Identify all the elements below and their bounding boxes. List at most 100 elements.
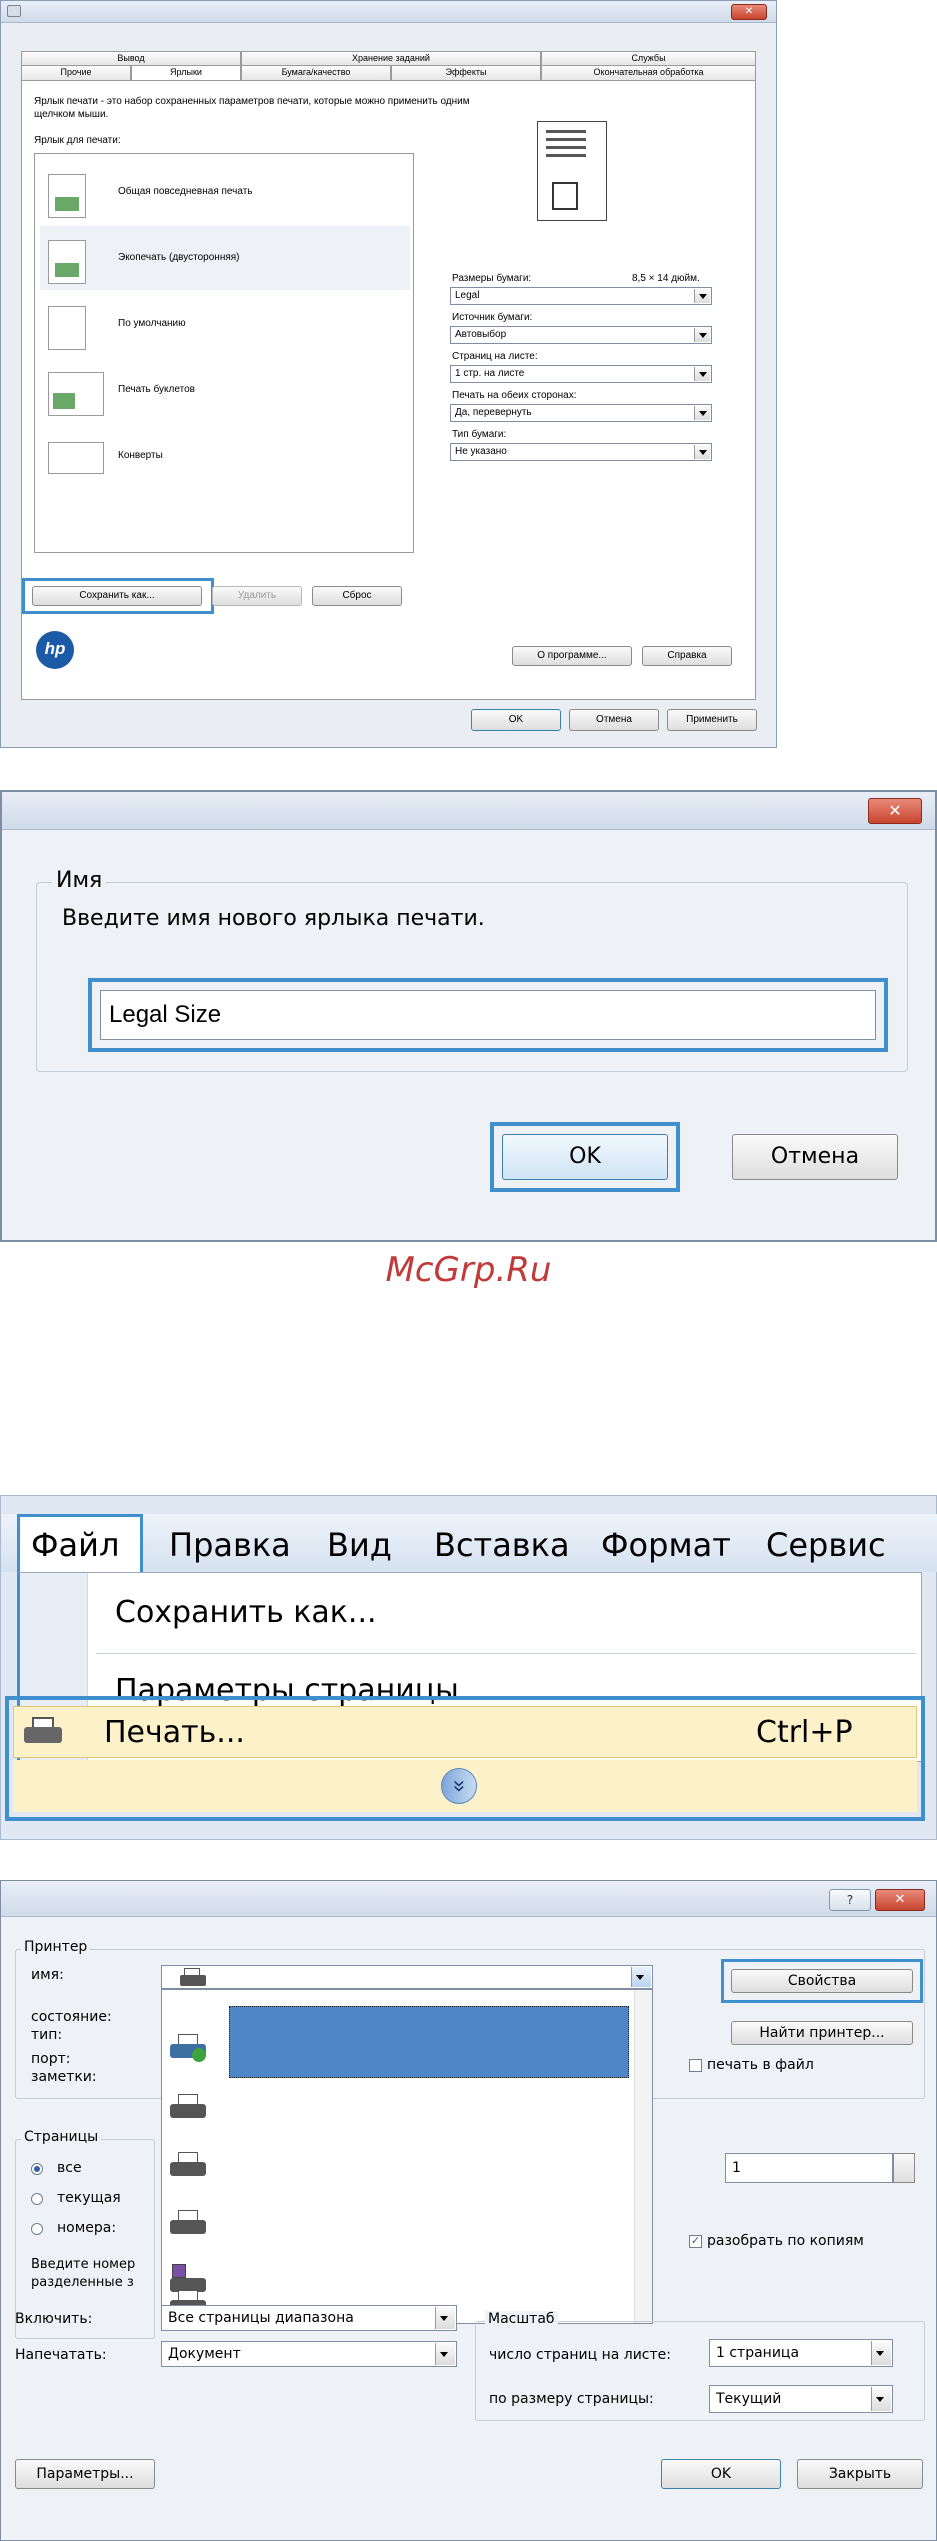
dialog-titlebar: ? ✕ bbox=[1, 1881, 936, 1917]
delete-button[interactable]: Удалить bbox=[212, 586, 302, 606]
close-dialog-button[interactable]: Закрыть bbox=[797, 2459, 923, 2489]
properties-button[interactable]: Свойства bbox=[731, 1969, 913, 1993]
tab-output[interactable]: Вывод bbox=[21, 51, 241, 65]
hp-logo: hp bbox=[36, 631, 74, 669]
paper-type-select[interactable]: Не указано bbox=[450, 443, 712, 461]
expand-chevron-icon: » bbox=[441, 1768, 477, 1804]
chevron-down-icon bbox=[435, 2343, 455, 2365]
menu-insert[interactable]: Вставка bbox=[434, 1526, 570, 1564]
menu-view[interactable]: Вид bbox=[327, 1526, 392, 1564]
menu-file[interactable]: Файл bbox=[31, 1526, 119, 1564]
pages-hint: Введите номер bbox=[31, 2257, 136, 2272]
duplex-select[interactable]: Да, перевернуть bbox=[450, 404, 712, 422]
printer-port-label: порт: bbox=[31, 2051, 71, 2067]
list-item[interactable]: По умолчанию bbox=[40, 292, 410, 356]
shortcut-list-label: Ярлык для печати: bbox=[34, 135, 121, 146]
tab-services[interactable]: Службы bbox=[541, 51, 756, 65]
menu-item-save-as[interactable]: Сохранить как... bbox=[115, 1595, 377, 1630]
apply-button[interactable]: Применить bbox=[667, 709, 757, 731]
printer-group-label: Принтер bbox=[21, 1939, 91, 1955]
print-dialog: ? ✕ Принтер имя: состояние: тип: порт: з… bbox=[0, 1880, 937, 2541]
copies-input[interactable]: 1 bbox=[725, 2153, 893, 2183]
copies-spinner[interactable] bbox=[893, 2153, 915, 2183]
chevron-down-icon bbox=[694, 289, 710, 303]
ok-button[interactable]: OK bbox=[661, 2459, 781, 2489]
radio-all[interactable] bbox=[31, 2163, 43, 2175]
save-as-button[interactable]: Сохранить как... bbox=[32, 586, 202, 606]
menu-expand-row[interactable]: » bbox=[13, 1760, 917, 1812]
close-button[interactable]: ✕ bbox=[731, 4, 767, 20]
printer-icon bbox=[170, 2210, 206, 2236]
print-what-label: Напечатать: bbox=[15, 2347, 107, 2363]
tab-shortcuts[interactable]: Ярлыки bbox=[131, 65, 241, 81]
ok-button[interactable]: OK bbox=[471, 709, 561, 731]
close-button[interactable]: ✕ bbox=[868, 798, 922, 824]
print-to-file-label: печать в файл bbox=[707, 2057, 814, 2073]
find-printer-button[interactable]: Найти принтер... bbox=[731, 2021, 913, 2045]
list-item[interactable]: Конверты bbox=[40, 424, 410, 488]
pages-per-sheet-value: 1 страница bbox=[716, 2345, 800, 2361]
paper-source-select[interactable]: Автовыбор bbox=[450, 326, 712, 344]
print-what-select[interactable]: Документ bbox=[161, 2341, 457, 2367]
options-button[interactable]: Параметры... bbox=[15, 2459, 155, 2489]
list-scrollbar[interactable] bbox=[634, 1990, 652, 2323]
paper-size-dimensions: 8,5 × 14 дюйм. bbox=[632, 273, 700, 284]
chevron-down-icon bbox=[871, 2387, 891, 2411]
ok-button[interactable]: OK bbox=[502, 1134, 668, 1180]
list-item-selected[interactable] bbox=[229, 2006, 629, 2078]
about-button[interactable]: О программе... bbox=[512, 646, 632, 666]
shortcut-name-input[interactable]: Legal Size bbox=[100, 990, 876, 1040]
copies-value: 1 bbox=[732, 2160, 741, 2176]
list-item[interactable]: Печать буклетов bbox=[40, 358, 410, 422]
fit-to-page-select[interactable]: Текущий bbox=[709, 2385, 893, 2413]
list-item-label: Экопечать (двусторонняя) bbox=[118, 252, 240, 263]
reset-button[interactable]: Сброс bbox=[312, 586, 402, 606]
pages-hint: разделенные з bbox=[31, 2275, 134, 2290]
print-to-file-checkbox[interactable] bbox=[689, 2059, 702, 2072]
menu-format[interactable]: Формат bbox=[601, 1526, 731, 1564]
paper-size-select[interactable]: Legal bbox=[450, 287, 712, 305]
pages-group-label: Страницы bbox=[21, 2129, 102, 2145]
cancel-button[interactable]: Отмена bbox=[732, 1134, 898, 1180]
menu-edit[interactable]: Правка bbox=[169, 1526, 291, 1564]
printer-notes-label: заметки: bbox=[31, 2069, 97, 2085]
name-prompt: Введите имя нового ярлыка печати. bbox=[62, 906, 485, 931]
tab-finishing[interactable]: Окончательная обработка bbox=[541, 65, 756, 80]
close-button[interactable]: ✕ bbox=[875, 1889, 925, 1911]
shortcut-list[interactable]: Общая повседневная печать Экопечать (дву… bbox=[34, 153, 414, 553]
printer-dropdown-list[interactable] bbox=[161, 1989, 653, 2324]
booklet-icon bbox=[48, 372, 104, 416]
radio-numbers-label: номера: bbox=[57, 2220, 117, 2236]
print-shortcut: Ctrl+P bbox=[756, 1715, 853, 1750]
paper-type-value: Не указано bbox=[455, 446, 507, 457]
tab-paper-quality[interactable]: Бумага/качество bbox=[241, 65, 391, 80]
menu-item-print[interactable]: Печать... Ctrl+P bbox=[13, 1706, 917, 1758]
help-button[interactable]: Справка bbox=[642, 646, 732, 666]
tab-advanced[interactable]: Прочие bbox=[21, 65, 131, 80]
list-item[interactable]: Экопечать (двусторонняя) bbox=[40, 226, 410, 290]
printer-status-label: состояние: bbox=[31, 2009, 112, 2025]
radio-numbers[interactable] bbox=[31, 2223, 43, 2235]
menu-tools[interactable]: Сервис bbox=[766, 1526, 886, 1564]
document-icon bbox=[48, 174, 86, 218]
tab-effects[interactable]: Эффекты bbox=[391, 65, 541, 80]
tab-job-storage[interactable]: Хранение заданий bbox=[241, 51, 541, 65]
list-item[interactable]: Общая повседневная печать bbox=[40, 160, 410, 224]
help-button[interactable]: ? bbox=[829, 1889, 871, 1911]
include-select[interactable]: Все страницы диапазона bbox=[161, 2305, 457, 2331]
pages-per-sheet-select[interactable]: 1 страница bbox=[709, 2339, 893, 2367]
tab-page: Ярлык печати - это набор сохраненных пар… bbox=[21, 80, 756, 700]
printer-icon bbox=[24, 1717, 62, 1747]
pages-per-sheet-select[interactable]: 1 стр. на листе bbox=[450, 365, 712, 383]
blank-page-icon bbox=[48, 306, 86, 350]
duplex-value: Да, перевернуть bbox=[455, 407, 532, 418]
collate-checkbox[interactable]: ✓ bbox=[689, 2235, 702, 2248]
envelope-icon bbox=[48, 442, 104, 474]
fit-to-page-value: Текущий bbox=[716, 2391, 782, 2407]
printer-name-select[interactable] bbox=[161, 1965, 653, 1989]
page-preview-icon bbox=[537, 121, 607, 221]
radio-current[interactable] bbox=[31, 2193, 43, 2205]
paper-type-label: Тип бумаги: bbox=[452, 429, 507, 440]
cancel-button[interactable]: Отмена bbox=[569, 709, 659, 731]
printer-icon bbox=[180, 1968, 206, 1988]
